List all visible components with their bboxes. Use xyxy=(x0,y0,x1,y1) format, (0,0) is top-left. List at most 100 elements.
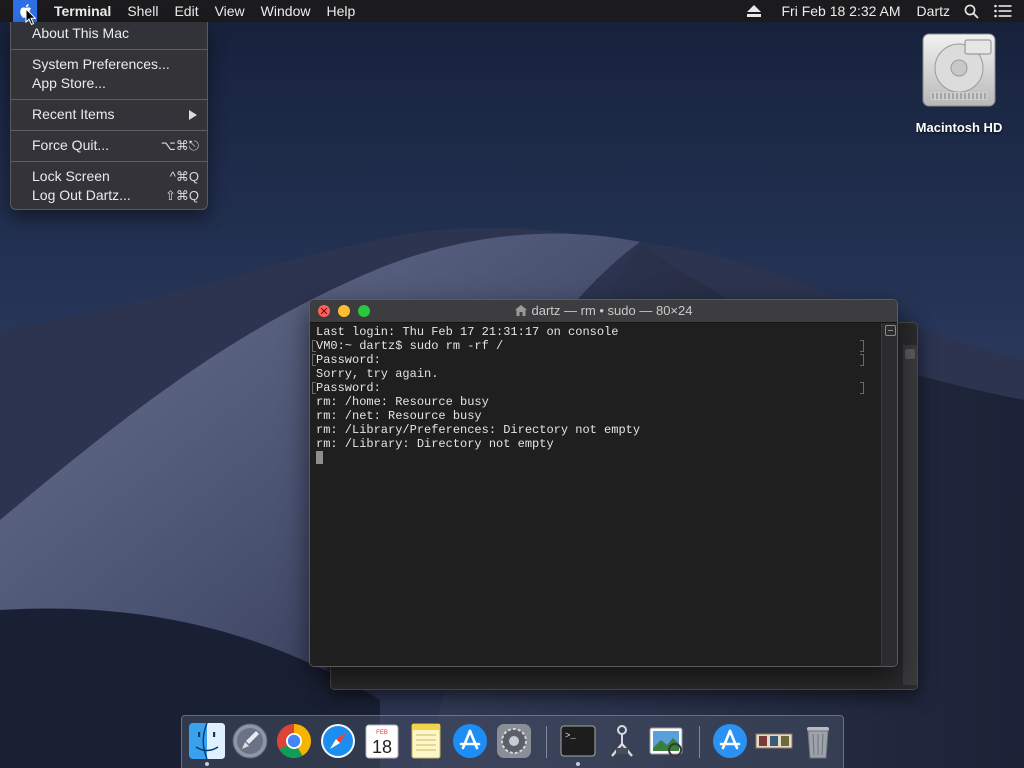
terminal-line: Sorry, try again. xyxy=(316,367,439,381)
dock-terminal[interactable]: >_ xyxy=(559,722,597,760)
dock-app-store-download[interactable] xyxy=(711,722,749,760)
dock-calendar[interactable]: FEB 18 xyxy=(363,722,401,760)
home-folder-icon xyxy=(514,305,527,316)
menu-view[interactable]: View xyxy=(207,0,253,22)
terminal-line: Password: xyxy=(316,381,381,395)
calendar-icon: FEB 18 xyxy=(365,724,399,759)
finder-icon xyxy=(189,722,225,760)
menu-item-shortcut: ⌥⌘⎋ xyxy=(160,138,199,153)
terminal-line: VM0:~ dartz$ sudo rm -rf / xyxy=(316,339,504,353)
menu-item-log-out[interactable]: Log Out Dartz... ⇧⌘Q xyxy=(11,186,207,205)
line-mark xyxy=(860,340,864,352)
terminal-line: Last login: Thu Feb 17 21:31:17 on conso… xyxy=(316,325,619,339)
window-title-text: dartz — rm • sudo — 80×24 xyxy=(531,303,693,318)
menu-item-recent-items[interactable]: Recent Items xyxy=(11,105,207,124)
dock-finder[interactable] xyxy=(188,722,226,760)
submenu-arrow-icon xyxy=(189,110,197,120)
menu-bar: Terminal Shell Edit View Window Help Fri… xyxy=(0,0,1024,22)
window-title: dartz — rm • sudo — 80×24 xyxy=(310,300,897,322)
calendar-day: 18 xyxy=(372,737,392,757)
menu-item-label: System Preferences... xyxy=(32,56,170,72)
scroll-split-button[interactable] xyxy=(885,325,896,336)
dock-preview[interactable] xyxy=(647,722,685,760)
chrome-icon xyxy=(277,724,311,758)
terminal-line: rm: /net: Resource busy xyxy=(316,409,482,423)
menu-separator xyxy=(11,161,207,162)
menubar-user[interactable]: Dartz xyxy=(909,0,958,22)
menu-item-label: Log Out Dartz... xyxy=(32,187,131,203)
menu-edit[interactable]: Edit xyxy=(166,0,206,22)
menu-item-shortcut: ⇧⌘Q xyxy=(164,188,199,203)
dock-notes[interactable] xyxy=(407,722,445,760)
menu-item-lock-screen[interactable]: Lock Screen ^⌘Q xyxy=(11,167,207,186)
dock-network-utility[interactable] xyxy=(603,722,641,760)
line-mark xyxy=(860,382,864,394)
menu-shell[interactable]: Shell xyxy=(119,0,166,22)
menu-help[interactable]: Help xyxy=(318,0,363,22)
terminal-line: rm: /Library: Directory not empty xyxy=(316,437,554,451)
line-mark xyxy=(312,382,316,394)
system-preferences-icon xyxy=(497,724,531,758)
dock-system-preferences[interactable] xyxy=(495,722,533,760)
terminal-line: Password: xyxy=(316,353,381,367)
terminal-content[interactable]: Last login: Thu Feb 17 21:31:17 on conso… xyxy=(310,323,882,666)
menu-separator xyxy=(11,99,207,100)
window-titlebar[interactable]: dartz — rm • sudo — 80×24 xyxy=(310,300,897,323)
menu-item-label: About This Mac xyxy=(32,25,130,41)
dock-photo-strip[interactable] xyxy=(755,722,793,760)
line-mark xyxy=(860,354,864,366)
menubar-clock[interactable]: Fri Feb 18 2:32 AM xyxy=(773,0,908,22)
menu-item-label: Lock Screen xyxy=(32,168,110,184)
preview-icon xyxy=(649,727,683,757)
menu-separator xyxy=(11,49,207,50)
terminal-cursor-line xyxy=(316,451,640,465)
notification-center-icon[interactable] xyxy=(988,4,1024,18)
dock-chrome[interactable] xyxy=(275,722,313,760)
terminal-line: rm: /home: Resource busy xyxy=(316,395,489,409)
menu-item-label: Force Quit... xyxy=(32,137,110,153)
safari-icon xyxy=(321,724,355,758)
svg-text:>_: >_ xyxy=(565,731,576,741)
menu-item-label: Recent Items xyxy=(32,106,115,122)
scroll-button[interactable] xyxy=(905,349,915,359)
dock: FEB 18 >_ xyxy=(181,715,844,768)
terminal-line: rm: /Library/Preferences: Directory not … xyxy=(316,423,641,437)
terminal-icon: >_ xyxy=(560,725,596,757)
network-utility-icon xyxy=(611,725,633,757)
dock-divider xyxy=(546,726,547,758)
menu-item-app-store[interactable]: App Store... xyxy=(11,74,207,93)
eject-icon[interactable] xyxy=(747,5,762,17)
menu-item-shortcut: ^⌘Q xyxy=(169,169,199,184)
drive-label: Macintosh HD xyxy=(915,120,1003,135)
trash-icon xyxy=(807,727,829,759)
menu-item-label: App Store... xyxy=(32,75,106,91)
running-indicator xyxy=(576,762,580,766)
dock-launchpad[interactable] xyxy=(231,722,269,760)
dock-safari[interactable] xyxy=(319,722,357,760)
calendar-month: FEB xyxy=(376,730,388,736)
app-store-icon xyxy=(453,724,487,758)
desktop-drive-macintosh-hd[interactable]: Macintosh HD xyxy=(905,30,1013,135)
menu-item-force-quit[interactable]: Force Quit... ⌥⌘⎋ xyxy=(11,136,207,155)
hard-drive-icon xyxy=(922,33,996,107)
menu-app-name[interactable]: Terminal xyxy=(46,0,119,22)
terminal-window[interactable]: dartz — rm • sudo — 80×24 Last login: Th… xyxy=(309,299,898,667)
apple-menu-dropdown: About This Mac System Preferences... App… xyxy=(10,22,208,210)
menu-item-system-preferences[interactable]: System Preferences... xyxy=(11,55,207,74)
text-cursor xyxy=(316,451,323,464)
scrollbar[interactable] xyxy=(903,345,917,685)
menu-item-about-this-mac[interactable]: About This Mac xyxy=(11,24,207,43)
menu-separator xyxy=(11,130,207,131)
menu-window[interactable]: Window xyxy=(253,0,319,22)
line-mark xyxy=(312,354,316,366)
photo-strip-icon xyxy=(755,733,793,749)
dock-app-store[interactable] xyxy=(451,722,489,760)
spotlight-search-icon[interactable] xyxy=(958,4,988,19)
terminal-scrollbar[interactable] xyxy=(881,323,897,666)
notes-icon xyxy=(411,723,441,759)
dock-trash[interactable] xyxy=(799,722,837,760)
app-store-download-icon xyxy=(713,724,747,758)
dock-divider xyxy=(699,726,700,758)
line-mark xyxy=(312,340,316,352)
running-indicator xyxy=(205,762,209,766)
